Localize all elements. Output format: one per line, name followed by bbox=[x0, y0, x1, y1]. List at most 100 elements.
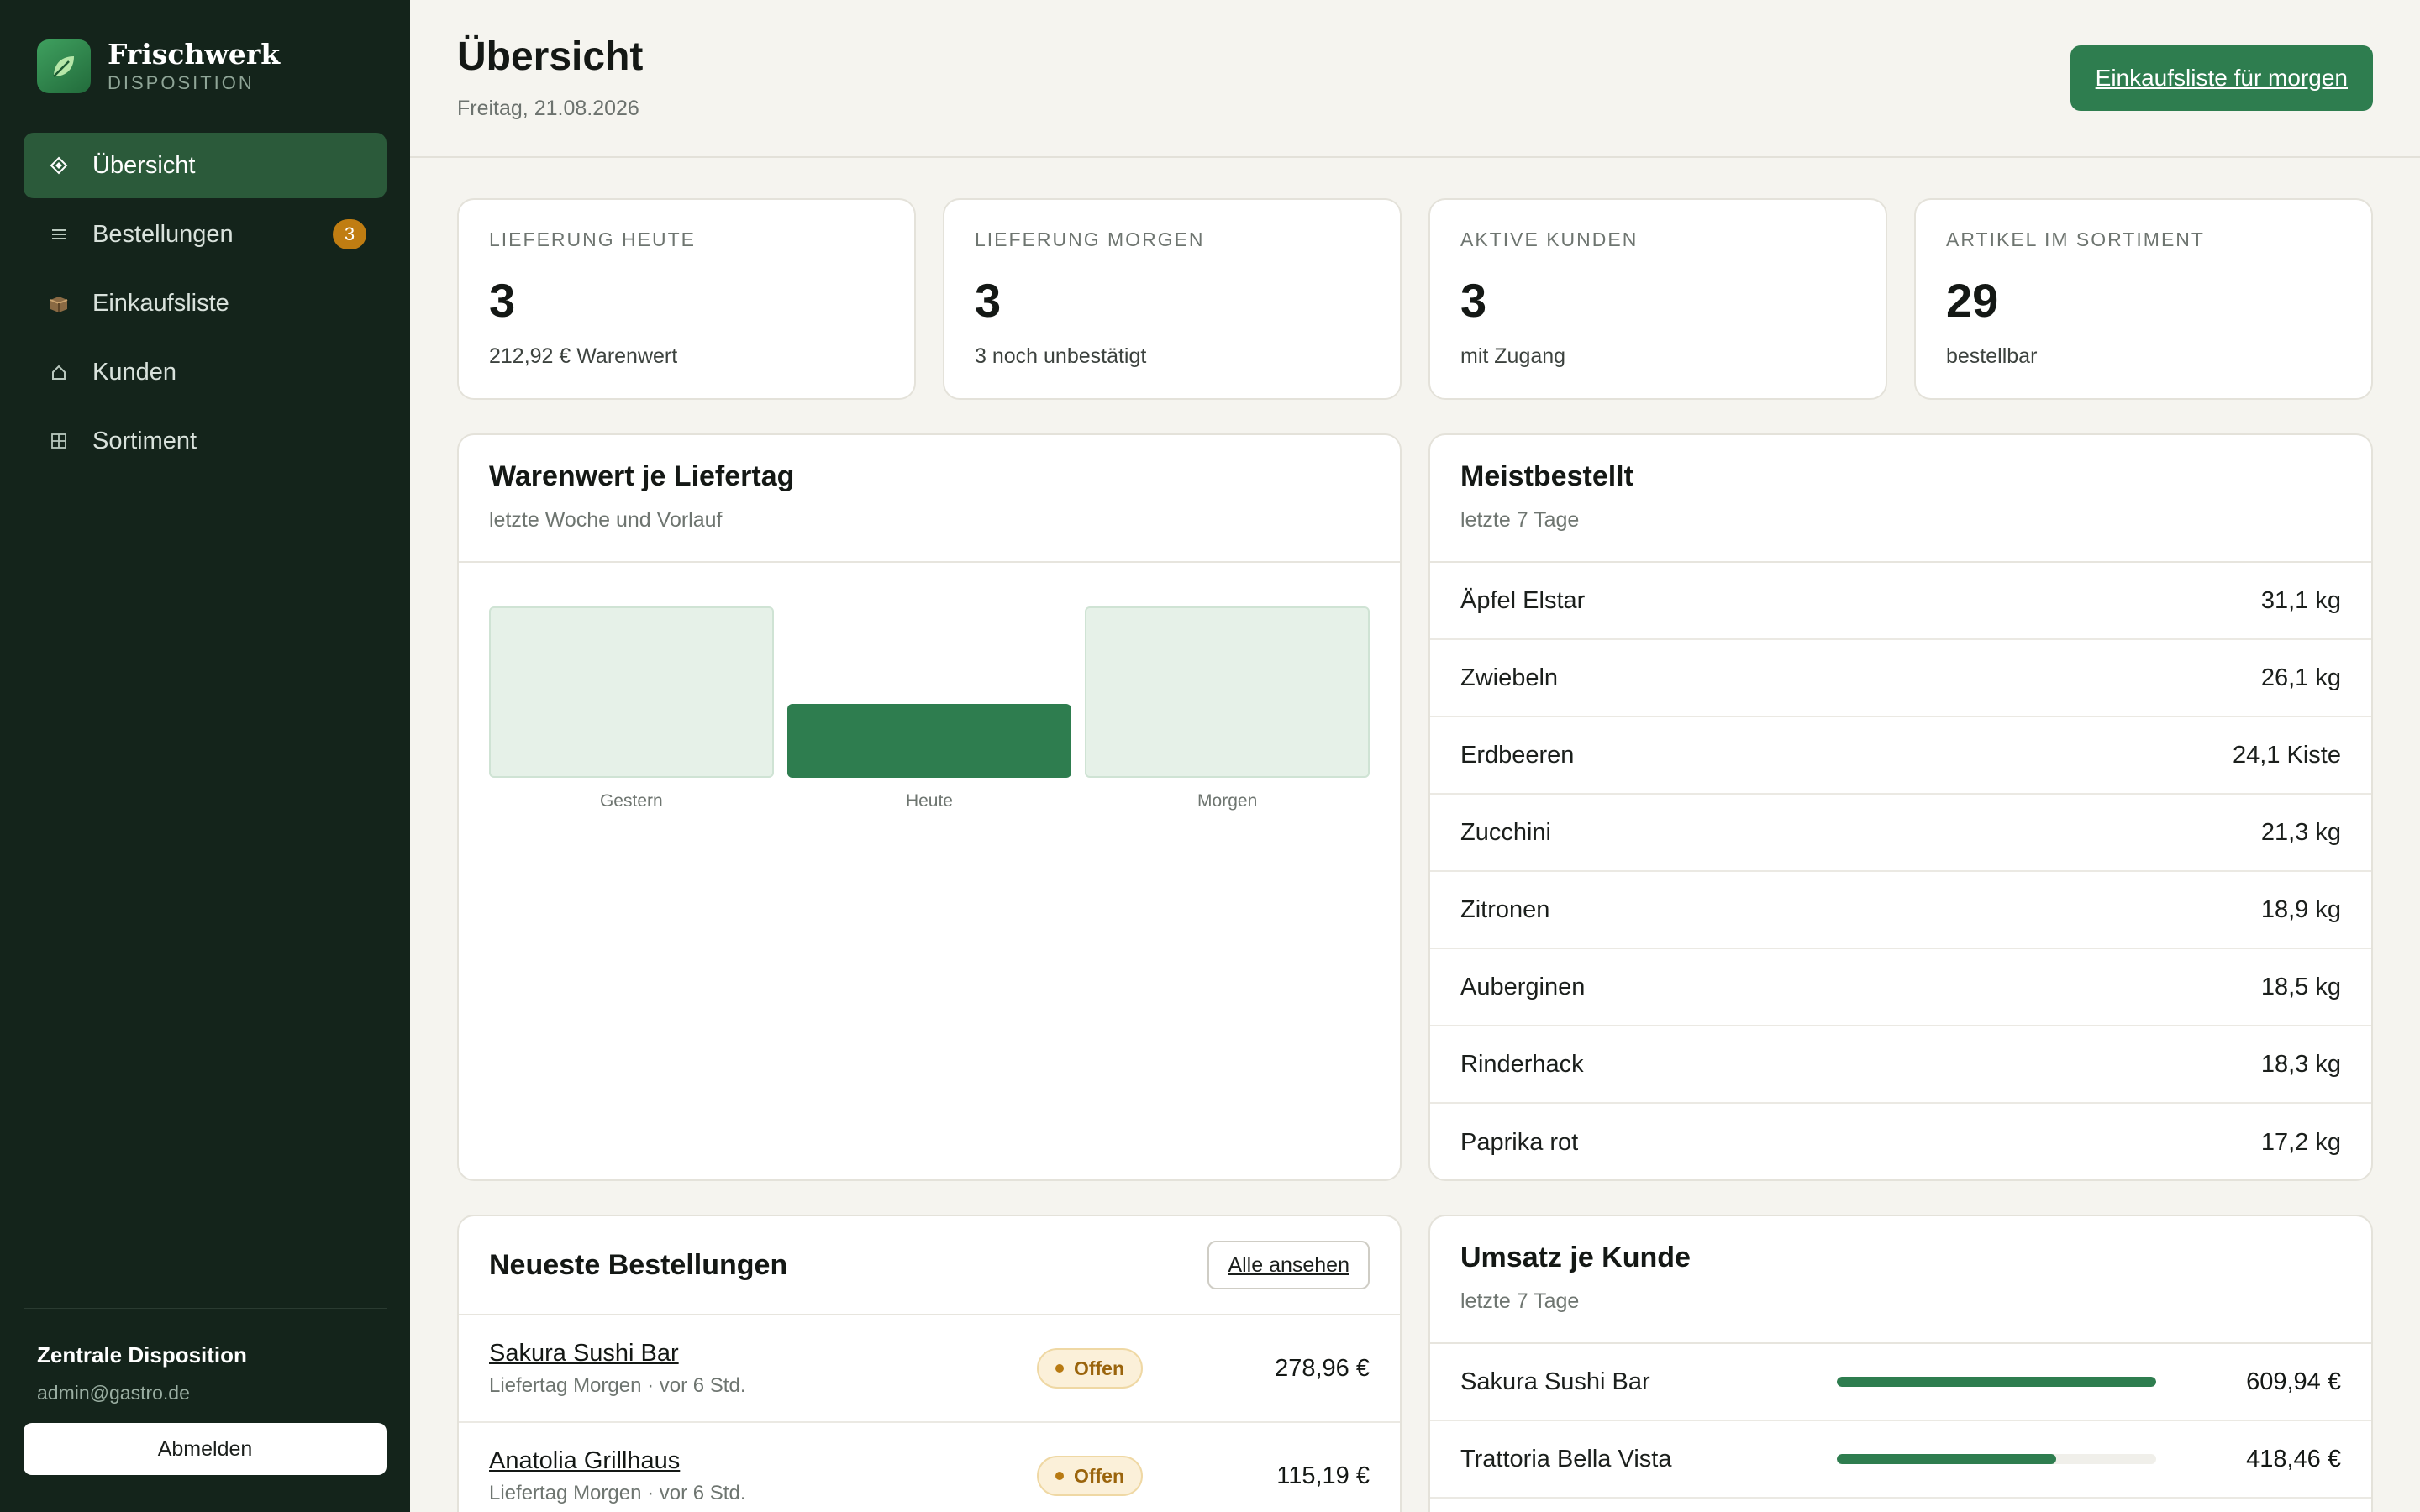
stat-card-lieferung-morgen: LIEFERUNG MORGEN 3 3 noch unbestätigt bbox=[943, 198, 1402, 400]
item-qty: 31,1 kg bbox=[2260, 586, 2341, 614]
user-name: Zentrale Disposition bbox=[37, 1342, 247, 1368]
card-subtitle: letzte 7 Tage bbox=[1460, 508, 1580, 532]
chart-bar-morgen bbox=[1085, 606, 1370, 778]
user-email: admin@gastro.de bbox=[37, 1382, 190, 1404]
revenue-bar-fill bbox=[1837, 1454, 2056, 1464]
customer-name: Sakura Sushi Bar bbox=[1460, 1368, 1650, 1395]
list-item: Zwiebeln 26,1 kg bbox=[1430, 640, 2371, 717]
order-count-badge: 3 bbox=[333, 219, 366, 249]
status-dot-icon bbox=[1055, 1472, 1064, 1480]
sidebar-item-sortiment[interactable]: Sortiment bbox=[24, 408, 387, 474]
logout-button[interactable]: Abmelden bbox=[24, 1423, 387, 1475]
card-title: Meistbestellt bbox=[1460, 460, 1634, 492]
list-icon bbox=[47, 223, 71, 246]
brand[interactable]: Frischwerk DISPOSITION bbox=[0, 0, 410, 94]
list-item: Erdbeeren 24,1 Kiste bbox=[1430, 717, 2371, 795]
main-content: Übersicht Freitag, 21.08.2026 Einkaufsli… bbox=[410, 0, 2420, 1512]
item-qty: 18,3 kg bbox=[2260, 1050, 2341, 1078]
orders-header: Neueste Bestellungen Alle ansehen bbox=[459, 1216, 1400, 1315]
item-name: Zucchini bbox=[1460, 818, 1551, 846]
brand-name: Frischwerk bbox=[108, 38, 281, 71]
diamond-icon bbox=[47, 154, 71, 177]
order-customer-link[interactable]: Sakura Sushi Bar bbox=[489, 1340, 1037, 1368]
item-qty: 18,5 kg bbox=[2260, 973, 2341, 1000]
sidebar: Frischwerk DISPOSITION Übersicht Bestell… bbox=[0, 0, 410, 1512]
status-label: Offen bbox=[1073, 1464, 1124, 1487]
stat-card-artikel: ARTIKEL IM SORTIMENT 29 bestellbar bbox=[1914, 198, 2373, 400]
warenwert-header: Warenwert je Liefertag letzte Woche und … bbox=[459, 435, 1400, 563]
chart-bar-label: Heute bbox=[905, 791, 953, 811]
chart-bar-label: Gestern bbox=[599, 791, 663, 811]
stat-label: AKTIVE KUNDEN bbox=[1460, 228, 1639, 250]
stat-sub: mit Zugang bbox=[1460, 344, 1566, 368]
customer-name: Trattoria Bella Vista bbox=[1460, 1445, 1672, 1473]
order-customer-link[interactable]: Anatolia Grillhaus bbox=[489, 1447, 1037, 1475]
box-icon bbox=[47, 291, 71, 315]
item-name: Zitronen bbox=[1460, 895, 1550, 923]
order-meta: Liefertag Morgen · vor 6 Std. bbox=[489, 1373, 746, 1397]
meistbestellt-card: Meistbestellt letzte 7 Tage Äpfel Elstar… bbox=[1428, 433, 2373, 1181]
grid-icon bbox=[47, 429, 71, 453]
stat-sub: 212,92 € Warenwert bbox=[489, 344, 678, 368]
item-name: Äpfel Elstar bbox=[1460, 586, 1586, 614]
chart-bar-heute bbox=[786, 704, 1072, 778]
meistbestellt-header: Meistbestellt letzte 7 Tage bbox=[1430, 435, 2371, 563]
sidebar-item-bestellungen[interactable]: Bestellungen 3 bbox=[24, 202, 387, 267]
meistbestellt-list: Äpfel Elstar 31,1 kg Zwiebeln 26,1 kg Erdb… bbox=[1430, 563, 2371, 1179]
item-qty: 17,2 kg bbox=[2260, 1128, 2341, 1156]
stat-value: 3 bbox=[975, 274, 1002, 327]
table-row[interactable]: Sakura Sushi Bar Liefertag Morgen · vor … bbox=[459, 1315, 1400, 1423]
item-name: Zwiebeln bbox=[1460, 664, 1559, 691]
table-row[interactable]: Anatolia Grillhaus Liefertag Morgen · vo… bbox=[459, 1423, 1400, 1512]
home-icon bbox=[47, 360, 71, 384]
item-name: Paprika rot bbox=[1460, 1128, 1579, 1156]
stat-sub: bestellbar bbox=[1946, 344, 2038, 368]
brand-subtitle: DISPOSITION bbox=[108, 72, 255, 93]
card-title: Neueste Bestellungen bbox=[489, 1248, 788, 1281]
sidebar-item-label: Einkaufsliste bbox=[92, 289, 229, 317]
item-qty: 24,1 Kiste bbox=[2233, 741, 2341, 769]
revenue-bar-fill bbox=[1837, 1377, 2156, 1387]
card-title: Warenwert je Liefertag bbox=[489, 460, 795, 492]
stat-card-lieferung-heute: LIEFERUNG HEUTE 3 212,92 € Warenwert bbox=[457, 198, 916, 400]
leaf-logo-icon bbox=[37, 39, 91, 93]
shopping-list-tomorrow-button[interactable]: Einkaufsliste für morgen bbox=[2070, 45, 2373, 111]
sidebar-item-einkaufsliste[interactable]: Einkaufsliste bbox=[24, 270, 387, 336]
order-amount: 115,19 € bbox=[1276, 1462, 1370, 1489]
revenue-amount: 609,94 € bbox=[2246, 1368, 2341, 1395]
status-badge: Offen bbox=[1036, 1348, 1143, 1389]
list-item: Äpfel Elstar 31,1 kg bbox=[1430, 563, 2371, 640]
card-subtitle: letzte 7 Tage bbox=[1460, 1289, 1580, 1313]
app: Frischwerk DISPOSITION Übersicht Bestell… bbox=[0, 0, 2420, 1512]
page-header: Übersicht Freitag, 21.08.2026 Einkaufsli… bbox=[410, 0, 2420, 158]
revenue-bar-track bbox=[1837, 1377, 2156, 1387]
stat-sub: 3 noch unbestätigt bbox=[975, 344, 1147, 368]
card-subtitle: letzte Woche und Vorlauf bbox=[489, 508, 723, 532]
order-amount: 278,96 € bbox=[1275, 1354, 1370, 1382]
orders-card: Neueste Bestellungen Alle ansehen Sakura… bbox=[457, 1215, 1402, 1512]
stat-value: 3 bbox=[1460, 274, 1487, 327]
stat-value: 29 bbox=[1946, 274, 1999, 327]
table-row: Trattoria Bella Vista 418,46 € bbox=[1430, 1421, 2371, 1499]
status-badge: Offen bbox=[1036, 1456, 1143, 1496]
umsatz-header: Umsatz je Kunde letzte 7 Tage bbox=[1430, 1216, 2371, 1344]
sidebar-nav: Übersicht Bestellungen 3 Einkaufsliste K… bbox=[0, 133, 410, 474]
sidebar-item-uebersicht[interactable]: Übersicht bbox=[24, 133, 387, 198]
item-name: Auberginen bbox=[1460, 973, 1586, 1000]
list-item: Paprika rot 17,2 kg bbox=[1430, 1104, 2371, 1179]
sidebar-item-kunden[interactable]: Kunden bbox=[24, 339, 387, 405]
chart-bar-label: Morgen bbox=[1197, 791, 1258, 811]
sidebar-footer: Zentrale Disposition admin@gastro.de Abm… bbox=[24, 1308, 387, 1475]
item-qty: 18,9 kg bbox=[2260, 895, 2341, 923]
stat-label: LIEFERUNG HEUTE bbox=[489, 228, 696, 250]
chart-bar-gestern bbox=[489, 606, 774, 778]
stat-label: LIEFERUNG MORGEN bbox=[975, 228, 1205, 250]
list-item: Rinderhack 18,3 kg bbox=[1430, 1026, 2371, 1104]
warenwert-chart: Gestern Heute Morgen bbox=[459, 563, 1400, 815]
item-name: Erdbeeren bbox=[1460, 741, 1575, 769]
status-dot-icon bbox=[1055, 1364, 1064, 1373]
status-label: Offen bbox=[1073, 1357, 1124, 1379]
item-qty: 26,1 kg bbox=[2260, 664, 2341, 691]
view-all-orders-button[interactable]: Alle ansehen bbox=[1207, 1241, 1370, 1289]
order-meta: Liefertag Morgen · vor 6 Std. bbox=[489, 1481, 746, 1504]
